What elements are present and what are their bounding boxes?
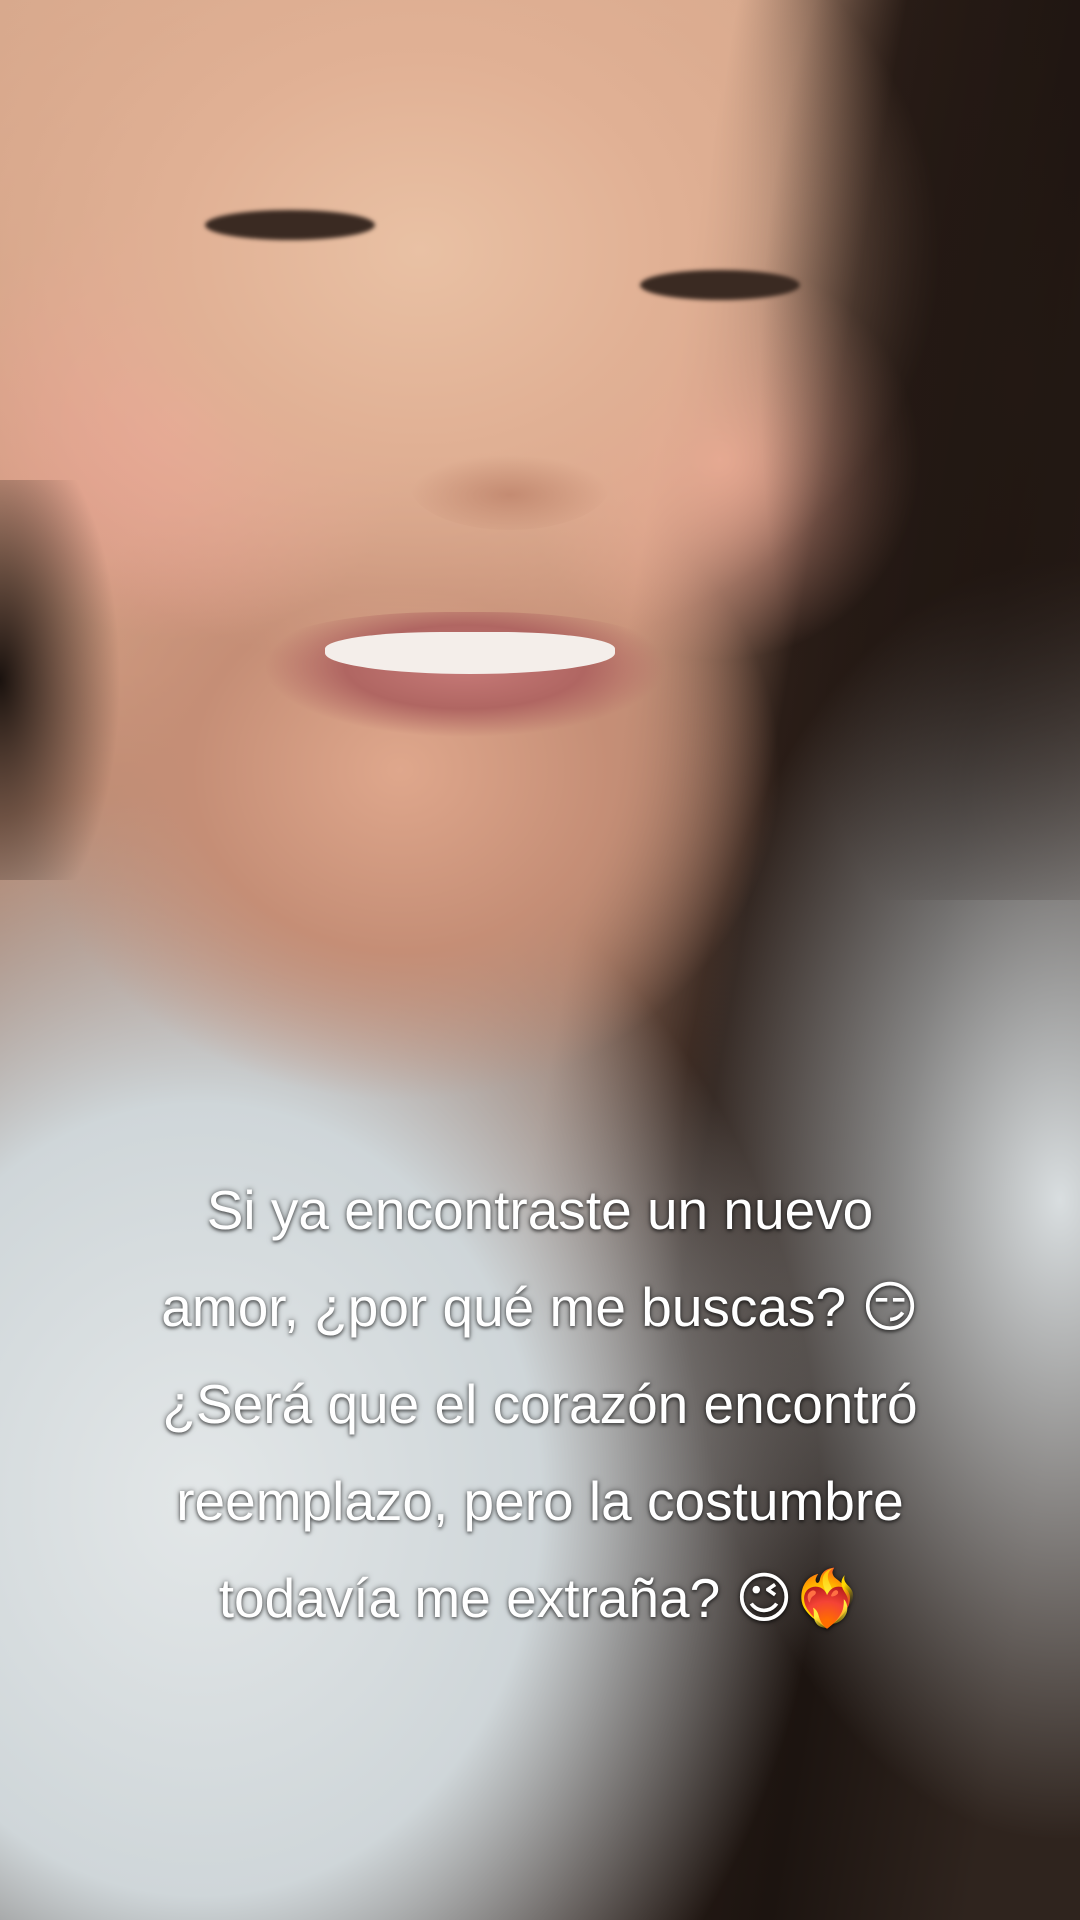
caption-line: amor, ¿por qué me buscas? 😏 (161, 1276, 919, 1338)
hair-left (0, 480, 120, 880)
caption-line: Si ya encontraste un nuevo (206, 1179, 874, 1241)
caption-line: reemplazo, pero la costumbre (176, 1470, 904, 1532)
caption-text: Si ya encontraste un nuevo amor, ¿por qu… (30, 1162, 1050, 1647)
left-eye (205, 210, 375, 240)
hair-right (720, 0, 1080, 900)
nose (410, 440, 610, 530)
caption-line: todavía me extraña? 😉❤️‍🔥 (218, 1567, 862, 1629)
teeth (325, 632, 615, 674)
right-eye (640, 270, 800, 300)
video-frame: Si ya encontraste un nuevo amor, ¿por qu… (0, 0, 1080, 1920)
caption-line: ¿Será que el corazón encontró (162, 1373, 918, 1435)
